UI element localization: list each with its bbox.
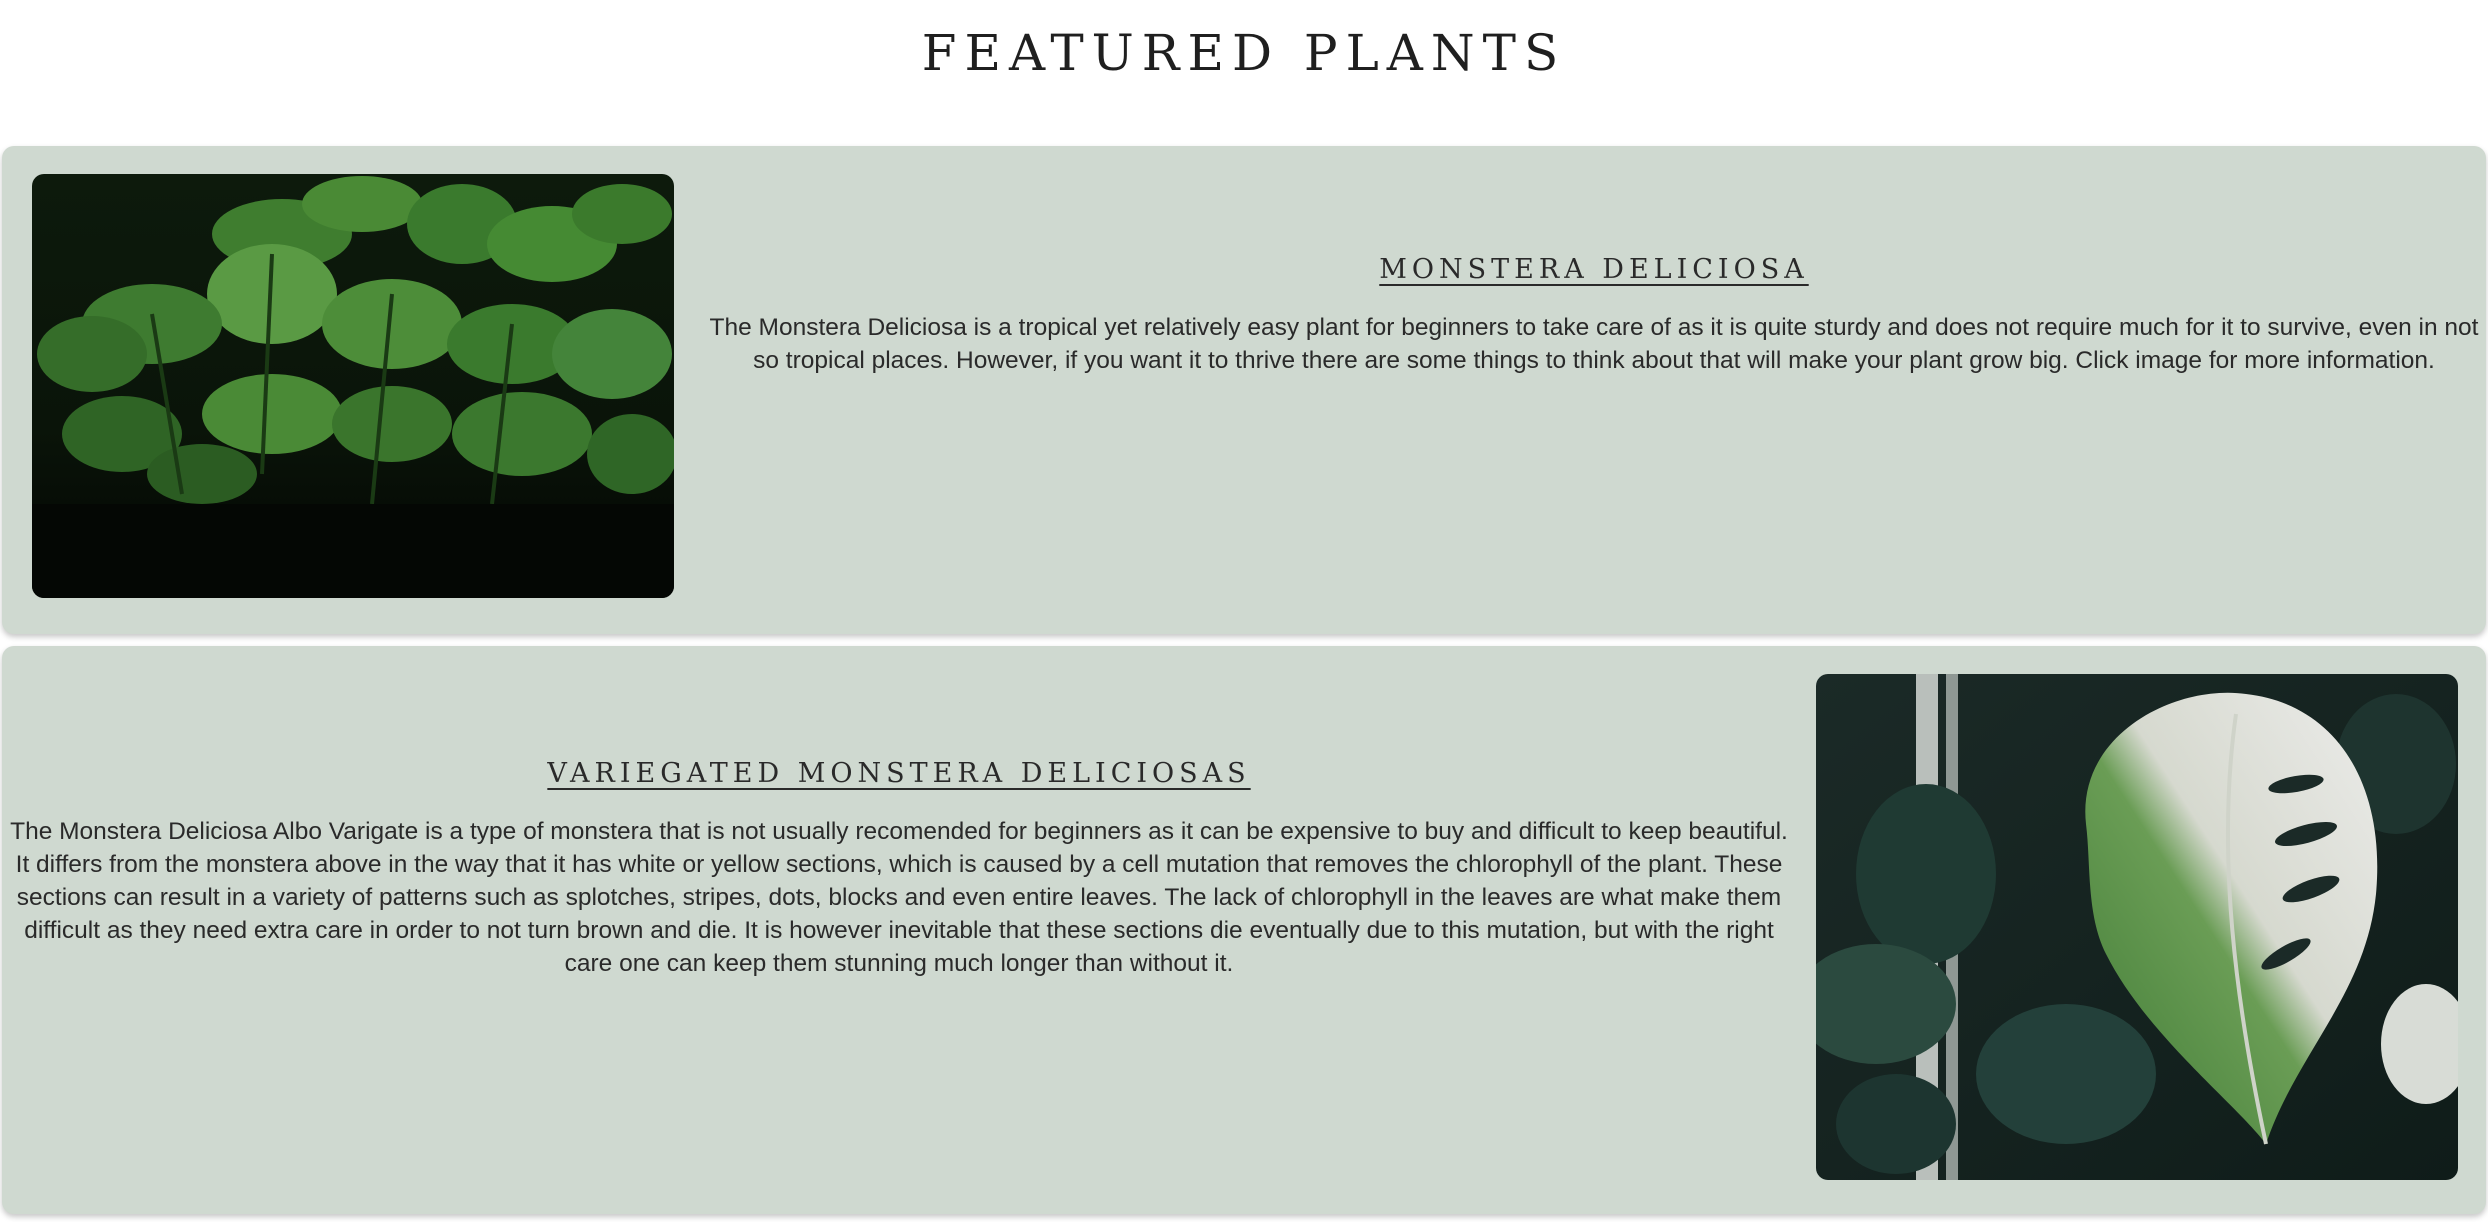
plant-card-monstera: MONSTERA DELICIOSA The Monstera Delicios… [2, 146, 2486, 634]
variegated-monstera-photo [1816, 674, 2458, 1180]
page-title: FEATURED PLANTS [921, 24, 1567, 82]
plant-name: VARIEGATED MONSTERA DELICIOSAS [547, 758, 1251, 789]
monstera-photo [32, 174, 674, 598]
plant-card-variegated-monstera: VARIEGATED MONSTERA DELICIOSAS The Monst… [2, 646, 2486, 1214]
variegated-monstera-image[interactable] [1816, 674, 2458, 1180]
monstera-image[interactable] [32, 174, 674, 598]
variegated-monstera-text: VARIEGATED MONSTERA DELICIOSAS The Monst… [6, 758, 1792, 980]
plant-name: MONSTERA DELICIOSA [1379, 254, 1809, 285]
page-header: FEATURED PLANTS [0, 0, 2488, 144]
monstera-text: MONSTERA DELICIOSA The Monstera Delicios… [702, 254, 2486, 377]
plant-description: The Monstera Deliciosa Albo Varigate is … [10, 818, 1788, 977]
plant-description: The Monstera Deliciosa is a tropical yet… [709, 314, 2479, 374]
